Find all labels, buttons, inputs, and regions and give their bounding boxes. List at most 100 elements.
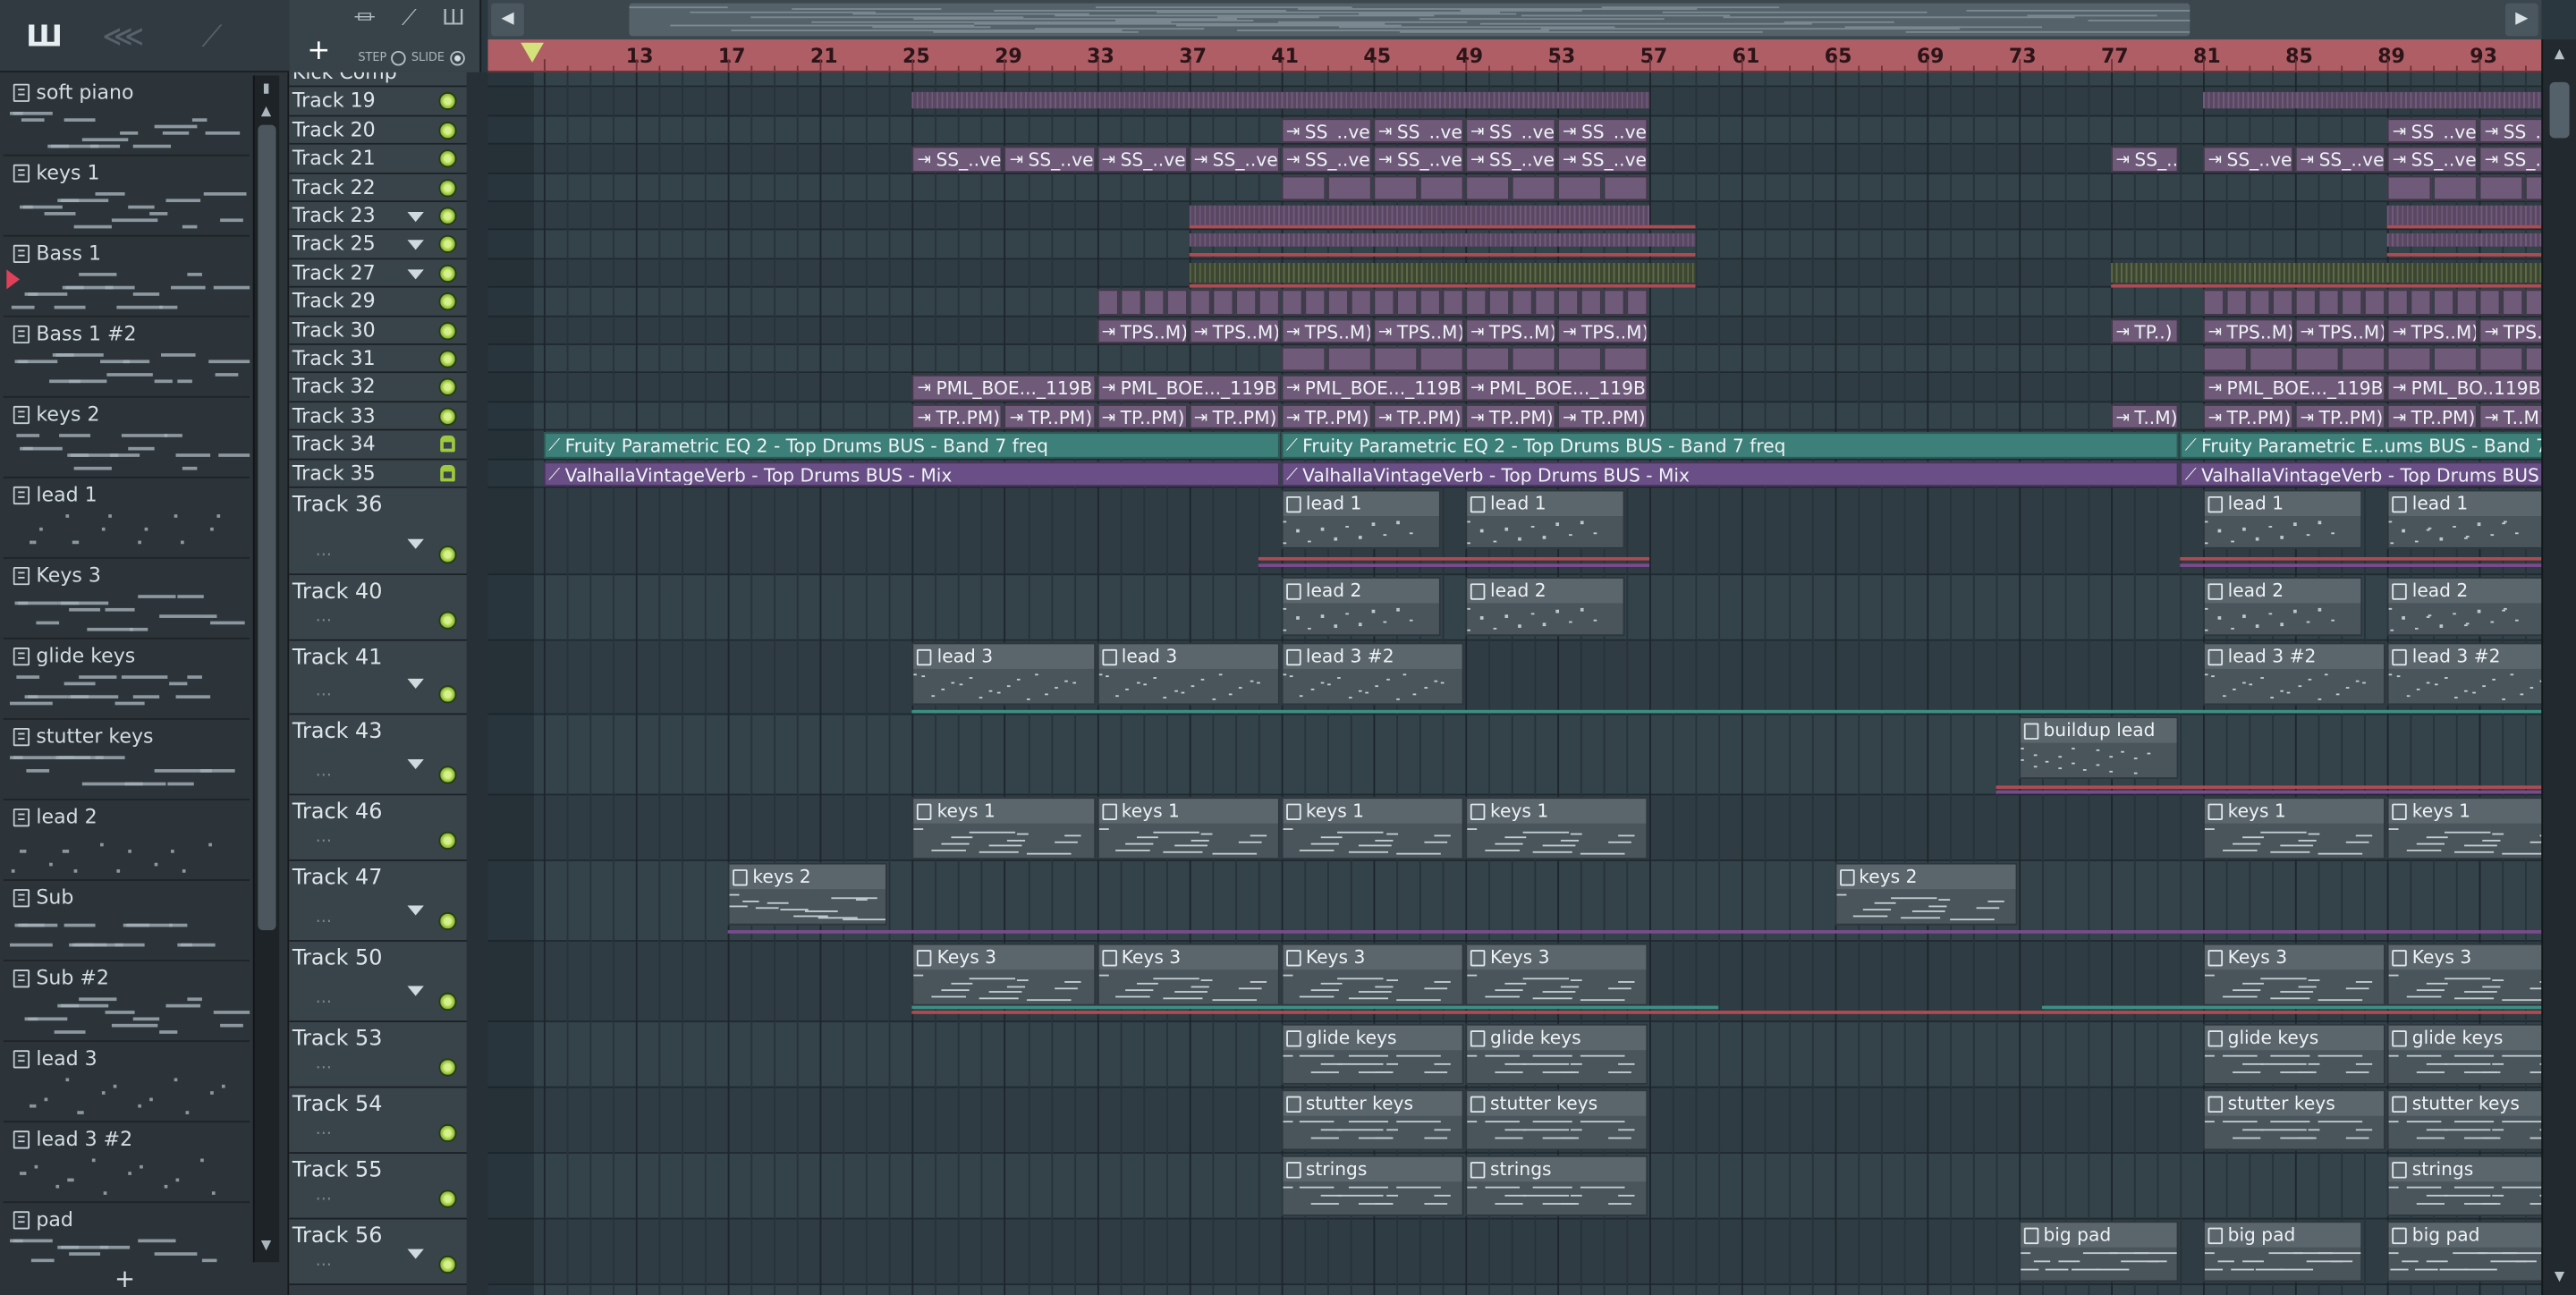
track-more-icon[interactable]: …: [316, 989, 332, 1007]
track-expand-chevron-icon[interactable]: [407, 268, 424, 280]
timeline-ruler[interactable]: 13 17 21 25 29 33 37 41 45 49 53 57 61 65 69 73 77 81 85 89…: [487, 39, 2551, 72]
playlist-clip[interactable]: SS_..ver: [2387, 146, 2479, 173]
track-header[interactable]: Track 19: [289, 88, 485, 117]
playlist-clip[interactable]: keys 1: [1281, 797, 1464, 860]
playlist-clip[interactable]: [1304, 289, 1326, 316]
picker-item[interactable]: keys 2: [3, 398, 250, 478]
track-more-icon[interactable]: …: [316, 1121, 332, 1138]
playlist-clip[interactable]: lead 3 #2: [2203, 642, 2386, 706]
playlist-clip[interactable]: [1419, 346, 1464, 373]
playlist-clip[interactable]: [2295, 289, 2318, 316]
playlist-clip[interactable]: TP..PM): [1465, 403, 1556, 429]
playlist-clip[interactable]: strings: [2387, 1155, 2542, 1216]
playlist-clip[interactable]: [2456, 289, 2479, 316]
playlist-clip[interactable]: TPS..M): [2295, 317, 2386, 344]
playlist-clip[interactable]: PML_BOE..._119BPM: [1097, 375, 1280, 401]
automation-line[interactable]: [2180, 563, 2542, 567]
track-header[interactable]: Track 21: [289, 145, 485, 174]
playlist-clip[interactable]: SS_..ver: [2203, 146, 2294, 173]
playlist-clip[interactable]: SS_..ver: [1373, 146, 1464, 173]
playlist-clip[interactable]: [1373, 289, 1395, 316]
track-enable-led-icon[interactable]: [438, 235, 457, 254]
playlist-clip[interactable]: [2318, 289, 2340, 316]
playlist-clip[interactable]: [1604, 289, 1625, 316]
playlist-clip[interactable]: SS_..ver: [1281, 117, 1372, 144]
track-header[interactable]: Track 36…: [289, 487, 485, 576]
track-more-icon[interactable]: …: [316, 542, 332, 560]
playlist-clip[interactable]: TPS..M): [1557, 317, 1648, 344]
playlist-clip[interactable]: [2525, 174, 2542, 201]
playlist-clip[interactable]: lead 3 #2: [2387, 642, 2542, 706]
playlist-clip[interactable]: [1580, 289, 1603, 316]
playlist-clip[interactable]: lead 2: [2387, 576, 2542, 637]
track-enable-led-icon[interactable]: [438, 321, 457, 340]
automation-line[interactable]: [1189, 253, 1697, 258]
playlist-clip[interactable]: [2272, 289, 2294, 316]
audio-waveform-strip[interactable]: [2387, 205, 2542, 225]
track-header[interactable]: Track 20: [289, 116, 485, 146]
track-lane[interactable]: [487, 715, 2542, 796]
song-overview-scrollbar[interactable]: ◀ ▶: [487, 0, 2542, 40]
automation-line[interactable]: [1258, 563, 1650, 567]
picker-item[interactable]: glide keys: [3, 639, 250, 720]
playlist-clip[interactable]: Fruity Parametric E..ums BUS - Band 7 fr…: [2180, 432, 2542, 458]
playlist-clip[interactable]: TP..PM): [1004, 403, 1096, 429]
playlist-clip[interactable]: Fruity Parametric EQ 2 - Top Drums BUS -…: [543, 432, 1280, 458]
track-more-icon[interactable]: …: [316, 1055, 332, 1073]
overview-right-arrow-icon[interactable]: ▶: [2504, 3, 2538, 37]
automation-line[interactable]: [912, 709, 2542, 714]
playlist-clip[interactable]: Fruity Parametric EQ 2 - Top Drums BUS -…: [1281, 432, 2179, 458]
playlist-clip[interactable]: [1419, 174, 1464, 201]
track-enable-led-icon[interactable]: [438, 378, 457, 397]
playlist-clip[interactable]: TP..PM): [2387, 403, 2479, 429]
track-lock-icon[interactable]: [440, 464, 455, 481]
playlist-clip[interactable]: stutter keys: [1465, 1089, 1648, 1151]
playlist-clip[interactable]: TPS..M): [1097, 317, 1188, 344]
playlist-clip[interactable]: TPS..M): [1373, 317, 1464, 344]
track-header[interactable]: Track 27: [289, 258, 485, 288]
slide-radio[interactable]: [449, 50, 465, 65]
playlist-clip[interactable]: keys 1: [2203, 797, 2386, 860]
playlist-clip[interactable]: glide keys: [2203, 1023, 2386, 1085]
playlist-clip[interactable]: big pad: [2018, 1221, 2179, 1282]
playlist-clip[interactable]: [1326, 346, 1372, 373]
playlist-clip[interactable]: [1442, 289, 1464, 316]
audio-waveform-strip[interactable]: [2110, 262, 2542, 283]
playlist-clip[interactable]: [1212, 289, 1233, 316]
playlist-clip[interactable]: stutter keys: [2387, 1089, 2542, 1151]
track-lane[interactable]: [487, 72, 2542, 89]
playlist-clip[interactable]: PML_BOE..._119BPM: [1281, 375, 1464, 401]
track-enable-led-icon[interactable]: [438, 207, 457, 225]
track-more-icon[interactable]: …: [316, 763, 332, 781]
automation-line[interactable]: [727, 930, 2542, 934]
playlist-clip[interactable]: Keys 3: [1097, 943, 1280, 1006]
scroll-up-icon[interactable]: ▲: [2550, 46, 2570, 65]
playlist-clip[interactable]: [2249, 289, 2271, 316]
playlist-clip[interactable]: SS_..ver: [1557, 117, 1648, 144]
playlist-area[interactable]: SS_..ver SS_..ver SS_..ver SS_..ver SS_..ver…: [487, 72, 2542, 1295]
playlist-clip[interactable]: [2203, 289, 2224, 316]
playlist-clip[interactable]: [1465, 346, 1511, 373]
playlist-clip[interactable]: [1119, 289, 1141, 316]
playlist-clip[interactable]: PML_BOE..._119BPM: [2203, 375, 2386, 401]
track-header[interactable]: Track 23: [289, 202, 485, 231]
picker-item[interactable]: Bass 1: [3, 237, 250, 317]
picker-scroll-up-icon[interactable]: ▮: [257, 79, 276, 98]
playlist-clip[interactable]: [1097, 289, 1119, 316]
track-header[interactable]: Track 50…: [289, 941, 485, 1022]
playlist-clip[interactable]: glide keys: [2387, 1023, 2542, 1085]
track-expand-chevron-icon[interactable]: [407, 905, 424, 916]
playlist-clip[interactable]: [2341, 346, 2386, 373]
playlist-clip[interactable]: TPS..M): [1189, 317, 1280, 344]
playlist-clip[interactable]: [2387, 346, 2432, 373]
picker-automation-icon[interactable]: ⟋: [187, 13, 236, 59]
playlist-clip[interactable]: SS_..ver: [1465, 146, 1556, 173]
automation-line[interactable]: [2110, 284, 2542, 288]
track-enable-led-icon[interactable]: [438, 1058, 457, 1077]
playlist-clip[interactable]: big pad: [2387, 1221, 2542, 1282]
track-enable-led-icon[interactable]: [438, 992, 457, 1011]
track-lock-icon[interactable]: [440, 436, 455, 453]
playlist-clip[interactable]: ValhallaVintageVerb - Top Drums BUS - Mi…: [1281, 461, 2179, 487]
track-more-icon[interactable]: …: [316, 828, 332, 846]
playlist-clip[interactable]: lead 1: [1281, 489, 1441, 549]
